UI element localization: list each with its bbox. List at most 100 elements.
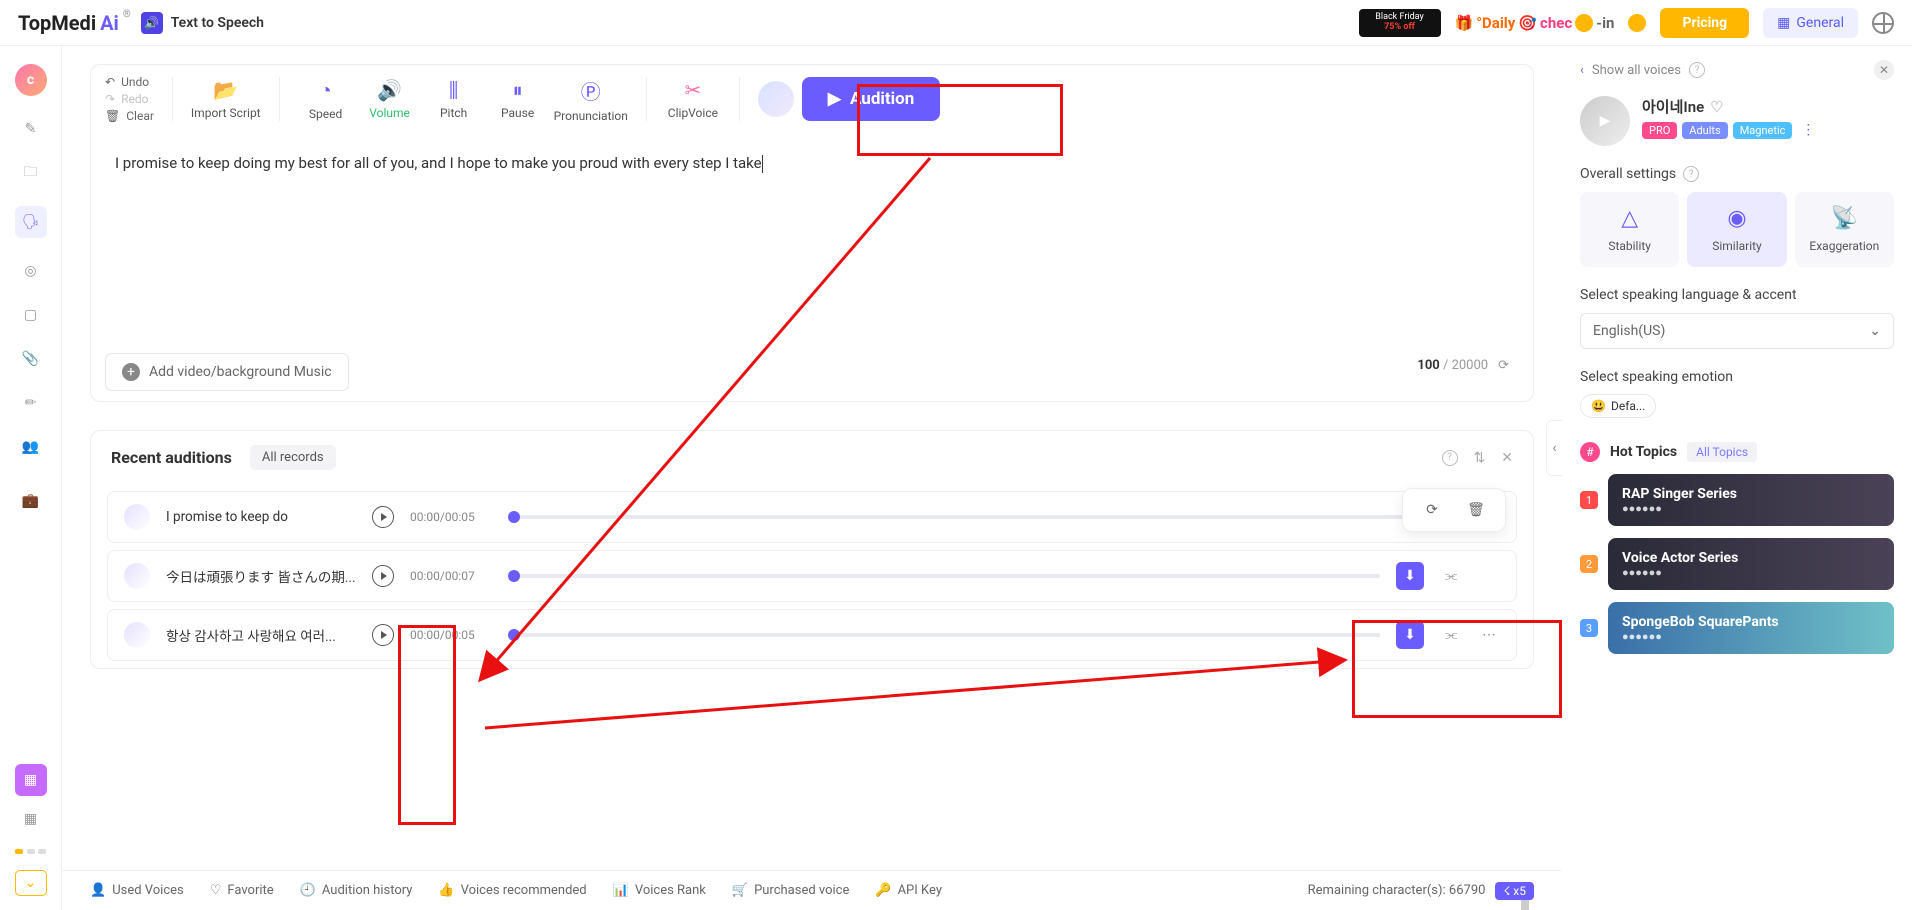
speed-button[interactable]: ◔Speed xyxy=(298,78,354,121)
chevron-down-icon: ⌄ xyxy=(1869,323,1881,339)
play-icon: ▶ xyxy=(828,89,841,109)
mic-icon[interactable]: ✏ xyxy=(20,392,42,414)
coin-balance-icon[interactable] xyxy=(1628,14,1646,32)
general-button[interactable]: ▦General xyxy=(1763,8,1858,38)
all-topics-button[interactable]: All Topics xyxy=(1687,442,1757,462)
expand-rail-button[interactable]: ⌄ xyxy=(15,870,47,896)
recommended-link[interactable]: 👍Voices recommended xyxy=(438,883,586,898)
daily-checkin-link[interactable]: 🎁 °Daily 🎯 chec-in xyxy=(1455,14,1615,32)
add-music-button[interactable]: +Add video/background Music xyxy=(105,353,349,391)
target-icon: 🎯 xyxy=(1518,14,1537,32)
progress-slider[interactable] xyxy=(508,633,1380,637)
audition-button[interactable]: ▶ Audition xyxy=(802,77,940,121)
help-icon[interactable]: ? xyxy=(1689,62,1705,78)
stability-card[interactable]: △Stability xyxy=(1580,192,1679,267)
pause-button[interactable]: ⏸Pause xyxy=(490,78,546,120)
used-voices-link[interactable]: 👤Used Voices xyxy=(90,883,184,898)
download-button[interactable]: ⬇ xyxy=(1396,621,1424,649)
pitch-button[interactable]: ⫼Pitch xyxy=(426,78,482,120)
voice-avatar[interactable]: ▶ xyxy=(1580,96,1630,146)
clear-label: Clear xyxy=(126,109,154,123)
favorite-link[interactable]: ♡Favorite xyxy=(210,883,274,898)
more-icon[interactable]: ⋯ xyxy=(1478,627,1500,643)
pricing-button[interactable]: Pricing xyxy=(1660,8,1749,38)
tag-magnetic: Magnetic xyxy=(1733,122,1793,139)
more-vertical-icon[interactable]: ⋮ xyxy=(1801,122,1815,139)
apps-icon[interactable]: ▦ xyxy=(20,808,42,830)
volume-button[interactable]: 🔊Volume xyxy=(362,78,418,120)
multiplier-badge[interactable]: ☇ x5 xyxy=(1495,882,1534,900)
import-label: Import Script xyxy=(191,106,261,120)
page-title: Text to Speech xyxy=(171,15,264,31)
logo-text: TopMedi xyxy=(18,11,96,35)
chevron-left-icon[interactable]: ‹ xyxy=(1580,63,1584,78)
voice-settings-panel: ‹ Show all voices ? ✕ ▶ 아이네Ine♡ PRO Adul… xyxy=(1562,46,1912,910)
audio-wave-icon[interactable]: ◎ xyxy=(20,260,42,282)
topic-card[interactable]: RAP Singer Series●●●●●● xyxy=(1608,474,1894,526)
people-icon[interactable]: 👥 xyxy=(20,436,42,458)
calendar-icon[interactable]: ▦ xyxy=(15,764,47,796)
slider-handle[interactable] xyxy=(508,511,520,523)
emotion-label: Select speaking emotion xyxy=(1580,369,1894,385)
script-textarea[interactable]: I promise to keep doing my best for all … xyxy=(91,133,1533,343)
library-icon[interactable]: ▢ xyxy=(20,304,42,326)
sort-icon[interactable]: ⇅ xyxy=(1474,450,1486,466)
play-button[interactable] xyxy=(372,565,394,587)
pronunciation-button[interactable]: ⓅPronunciation xyxy=(554,76,628,123)
import-script-button[interactable]: 📂Import Script xyxy=(191,78,261,120)
undo-label: Undo xyxy=(121,75,149,89)
progress-slider[interactable] xyxy=(508,574,1380,578)
attachment-icon[interactable]: 📎 xyxy=(20,348,42,370)
folder-icon[interactable]: 🗀 xyxy=(20,162,42,184)
app-logo[interactable]: TopMediAi® xyxy=(18,11,131,35)
help-icon[interactable]: ? xyxy=(1683,166,1699,182)
slider-handle[interactable] xyxy=(508,570,520,582)
briefcase-icon[interactable]: 💼 xyxy=(20,490,42,512)
similarity-card[interactable]: ◉Similarity xyxy=(1687,192,1786,267)
audition-label: Audition xyxy=(850,89,914,109)
emotion-pill[interactable]: 😃Defa... xyxy=(1580,394,1656,418)
rank-link[interactable]: 📊Voices Rank xyxy=(613,883,706,898)
close-panel-icon[interactable]: ✕ xyxy=(1874,60,1894,80)
play-button[interactable] xyxy=(372,506,394,528)
download-button[interactable]: ⬇ xyxy=(1396,562,1424,590)
language-icon[interactable] xyxy=(1872,12,1894,34)
magic-icon[interactable]: ✎ xyxy=(20,118,42,140)
progress-slider[interactable] xyxy=(508,515,1418,519)
language-select[interactable]: English(US)⌄ xyxy=(1580,313,1894,349)
topic-card[interactable]: SpongeBob SquarePants●●●●●● xyxy=(1608,602,1894,654)
selected-voice-avatar[interactable] xyxy=(758,81,794,117)
history-label: Audition history xyxy=(322,883,413,898)
close-icon[interactable]: ✕ xyxy=(1501,450,1513,466)
favorite-label: Favorite xyxy=(227,883,273,898)
regenerate-icon[interactable]: ⟳ xyxy=(1421,499,1443,521)
trash-icon[interactable]: 🗑 xyxy=(1465,499,1487,521)
black-friday-banner[interactable]: Black Friday 75% off xyxy=(1359,9,1441,37)
exaggeration-card[interactable]: 📡Exaggeration xyxy=(1795,192,1894,267)
all-records-button[interactable]: All records xyxy=(250,445,336,470)
rank-badge-3: 3 xyxy=(1580,619,1598,637)
heart-icon[interactable]: ♡ xyxy=(1710,98,1723,116)
undo-button[interactable]: ↶Undo xyxy=(105,75,154,89)
slider-handle[interactable] xyxy=(508,629,520,641)
redo-button[interactable]: ↷Redo xyxy=(105,92,154,106)
similarity-icon: ◉ xyxy=(1727,206,1746,231)
collapse-panel-button[interactable]: ‹ xyxy=(1546,420,1562,476)
topic-card[interactable]: Voice Actor Series●●●●●● xyxy=(1608,538,1894,590)
clear-button[interactable]: 🗑Clear xyxy=(105,109,154,123)
refresh-icon[interactable]: ⟳ xyxy=(1498,358,1509,373)
language-label: Select speaking language & accent xyxy=(1580,287,1894,303)
play-button[interactable] xyxy=(372,624,394,646)
tts-nav-icon[interactable]: 🗣 xyxy=(15,206,47,238)
help-icon[interactable]: ? xyxy=(1442,450,1458,466)
history-link[interactable]: 🕘Audition history xyxy=(300,883,413,898)
share-icon[interactable]: ⫘ xyxy=(1440,568,1462,584)
volume-icon: 🔊 xyxy=(377,78,402,102)
purchased-link[interactable]: 🛒Purchased voice xyxy=(732,883,850,898)
share-icon[interactable]: ⫘ xyxy=(1440,627,1462,643)
api-key-link[interactable]: 🔑API Key xyxy=(875,883,942,898)
clipvoice-button[interactable]: ✂ClipVoice xyxy=(665,78,721,120)
play-icon: ▶ xyxy=(1600,113,1611,129)
user-avatar[interactable]: c xyxy=(15,64,47,96)
show-all-voices-link[interactable]: Show all voices xyxy=(1592,63,1681,78)
